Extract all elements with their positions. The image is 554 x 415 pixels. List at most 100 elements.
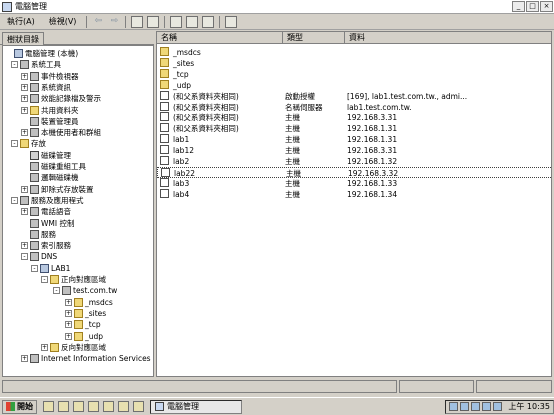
tree-node[interactable]: WMI 控制 <box>21 218 74 229</box>
tree-node[interactable]: + 共用資料夾 <box>21 105 79 116</box>
dns-record-icon <box>161 167 170 177</box>
list-row[interactable]: _udp <box>157 79 551 91</box>
menu-action[interactable]: 執行(A) <box>0 16 42 27</box>
collapse-icon[interactable]: - <box>53 287 60 295</box>
help-icon[interactable] <box>225 15 238 28</box>
console-tree[interactable]: 電腦管理 (本機) - 系統工具 + 事件檢視器 + 系統資訊 + 效能記錄檔及警示 + 共用資料夾… <box>2 45 154 377</box>
tree-node[interactable]: - 服務及應用程式 <box>11 195 84 206</box>
tree-node[interactable]: 邏輯磁碟機 <box>21 172 79 183</box>
expand-icon[interactable]: + <box>21 106 28 114</box>
list-row[interactable]: _msdcs <box>157 47 551 58</box>
tree-node[interactable]: - 存放 <box>11 138 46 149</box>
list-row[interactable]: lab1 主機 192.168.1.31 <box>157 134 551 145</box>
collapse-icon[interactable]: - <box>41 276 48 283</box>
list-row[interactable]: lab2 主機 192.168.1.32 <box>157 156 551 167</box>
tree-node[interactable]: + 事件檢視器 <box>21 71 79 82</box>
tree-node[interactable]: + _udp <box>65 331 103 342</box>
show-tree-icon[interactable] <box>147 15 160 28</box>
expand-icon[interactable]: + <box>21 129 28 137</box>
expand-icon[interactable]: + <box>65 321 72 329</box>
expand-icon[interactable]: + <box>21 242 28 250</box>
details-list[interactable]: 名稱 類型 資料 _msdcs _sites _tcp _udp (和父系資料夾相同) 啟… <box>156 31 552 377</box>
collapse-icon[interactable]: - <box>21 253 28 261</box>
tree-node[interactable]: + 效能記錄檔及警示 <box>21 93 101 104</box>
collapse-icon[interactable]: - <box>11 61 18 69</box>
program-icon[interactable] <box>133 401 144 412</box>
tree-node[interactable]: + _tcp <box>65 319 101 330</box>
tree-node[interactable]: + _msdcs <box>65 297 113 308</box>
collapse-icon[interactable]: - <box>31 264 38 272</box>
expand-icon[interactable]: + <box>65 298 72 306</box>
command-prompt-icon[interactable] <box>118 401 129 412</box>
list-row[interactable]: _tcp <box>157 68 551 80</box>
expand-icon[interactable]: + <box>21 72 28 80</box>
minimize-button[interactable]: _ <box>512 1 525 12</box>
expand-icon[interactable]: + <box>65 332 72 340</box>
list-row[interactable]: lab22 主機 192.168.3.32 <box>157 166 551 178</box>
column-header-name[interactable]: 名稱 <box>157 32 283 44</box>
column-header-data[interactable]: 資料 <box>345 32 551 44</box>
column-header-type[interactable]: 類型 <box>283 32 345 44</box>
tree-node[interactable]: + 電話語音 <box>21 206 71 217</box>
folder-icon[interactable] <box>88 401 99 412</box>
up-folder-icon[interactable] <box>131 15 144 28</box>
tree-node[interactable]: 磁碟重組工具 <box>21 161 86 172</box>
tree-node[interactable]: 電腦管理 (本機) <box>5 48 78 59</box>
tree-node[interactable]: - 系統工具 <box>11 59 61 70</box>
antivirus-icon[interactable] <box>493 402 503 411</box>
collapse-icon[interactable]: - <box>11 140 18 148</box>
tree-node[interactable]: 裝置管理員 <box>21 116 79 127</box>
tree-node-label: _sites <box>85 308 107 318</box>
back-arrow-icon[interactable]: ⇦ <box>92 16 104 28</box>
tree-node[interactable]: + 系統資訊 <box>21 82 71 93</box>
maximize-button[interactable]: □ <box>526 1 539 12</box>
keyboard-icon[interactable] <box>449 402 459 411</box>
network-icon[interactable] <box>471 402 481 411</box>
list-row[interactable]: lab4 主機 192.168.1.34 <box>157 188 551 200</box>
properties-icon[interactable] <box>170 15 183 28</box>
tree-node[interactable]: 磁碟管理 <box>21 150 71 161</box>
tree-node[interactable]: + 索引服務 <box>21 240 71 251</box>
start-button[interactable]: 開始 <box>2 399 37 414</box>
list-row[interactable]: _sites <box>157 57 551 69</box>
list-row[interactable]: lab3 主機 192.168.1.33 <box>157 177 551 189</box>
taskbar-button-computer-management[interactable]: 電腦管理 <box>150 399 242 414</box>
tree-node[interactable]: + 反向對應區域 <box>41 342 106 353</box>
tree-node[interactable]: + _sites <box>65 308 106 319</box>
expand-icon[interactable]: + <box>41 343 48 351</box>
tree-node[interactable]: - 正向對應區域 <box>41 274 106 285</box>
tree-node[interactable]: - LAB1 <box>31 263 70 274</box>
collapse-icon[interactable]: - <box>11 196 18 204</box>
performance-icon <box>30 94 39 104</box>
list-row[interactable]: (和父系資料夾相同) 名稱伺服器 lab1.test.com.tw. <box>157 101 551 113</box>
tree-node[interactable]: - DNS <box>21 251 57 262</box>
list-row[interactable]: (和父系資料夾相同) 主機 192.168.3.31 <box>157 112 551 123</box>
tree-node[interactable]: + Internet Information Services <box>21 353 151 364</box>
expand-icon[interactable]: + <box>21 355 28 363</box>
list-row[interactable]: (和父系資料夾相同) 主機 192.168.1.31 <box>157 123 551 134</box>
outlook-express-icon[interactable] <box>73 401 84 412</box>
input-method-icon[interactable] <box>460 402 470 411</box>
internet-explorer-icon[interactable] <box>58 401 69 412</box>
tree-node[interactable]: + 卸除式存放裝置 <box>21 184 94 195</box>
expand-icon[interactable]: + <box>21 185 28 193</box>
refresh-icon[interactable] <box>186 15 199 28</box>
list-row[interactable]: lab12 主機 192.168.3.31 <box>157 145 551 156</box>
media-icon[interactable] <box>103 401 114 412</box>
volume-icon[interactable] <box>482 402 492 411</box>
expand-icon[interactable]: + <box>21 208 28 216</box>
tree-node[interactable]: 服務 <box>21 229 56 240</box>
tree-node[interactable]: - test.com.tw <box>53 285 117 296</box>
expand-icon[interactable]: + <box>21 83 28 91</box>
tab-tree[interactable]: 樹狀目錄 <box>2 32 44 45</box>
export-list-icon[interactable] <box>202 15 215 28</box>
expand-icon[interactable]: + <box>21 95 28 103</box>
dns-record-icon <box>160 177 169 187</box>
close-button[interactable]: × <box>540 1 553 12</box>
desktop-icon[interactable] <box>43 401 54 412</box>
expand-icon[interactable]: + <box>65 309 72 317</box>
list-row[interactable]: (和父系資料夾相同) 啟動授權 [169], lab1.test.com.tw., … <box>157 90 551 102</box>
menu-view[interactable]: 檢視(V) <box>42 16 84 27</box>
tree-node[interactable]: + 本機使用者和群組 <box>21 127 101 138</box>
forward-arrow-icon[interactable]: ⇨ <box>108 16 120 28</box>
